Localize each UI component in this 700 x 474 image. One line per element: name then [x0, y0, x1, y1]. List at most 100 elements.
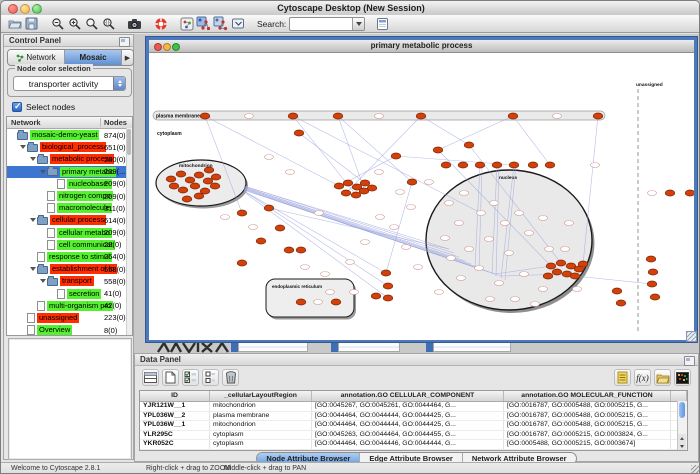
network-node-unexpressed[interactable]	[520, 272, 529, 277]
network-node[interactable]	[334, 183, 344, 189]
network-node[interactable]	[578, 261, 588, 267]
select-nodes-checkbox[interactable]	[12, 102, 22, 112]
plugin-manager-icon[interactable]	[374, 16, 391, 32]
network-node[interactable]	[359, 188, 369, 194]
window-resize-grip[interactable]	[691, 465, 700, 474]
table-row[interactable]: YLR295Ccytoplasm[GO:0045263, GO:0044464,…	[140, 431, 687, 441]
network-node-unexpressed[interactable]	[501, 221, 510, 226]
tree-row[interactable]: multi-organism pro42(0)	[7, 300, 132, 312]
network-node[interactable]	[650, 294, 660, 300]
network-node-unexpressed[interactable]	[486, 297, 495, 302]
delete-attribute-trash-icon[interactable]	[222, 369, 239, 386]
dropdown-stepper-icon[interactable]	[113, 77, 125, 90]
network-node[interactable]	[200, 113, 210, 119]
import-attributes-icon[interactable]	[654, 369, 671, 386]
network-node-unexpressed[interactable]	[445, 201, 454, 206]
network-node-unexpressed[interactable]	[346, 260, 355, 265]
open-network-icon[interactable]	[6, 16, 23, 32]
network-node[interactable]	[351, 192, 361, 198]
network-node[interactable]	[509, 162, 519, 168]
network-node[interactable]	[237, 260, 247, 266]
network-node[interactable]	[570, 273, 580, 279]
network-node-unexpressed[interactable]	[376, 215, 385, 220]
network-node[interactable]	[407, 179, 417, 185]
network-node[interactable]	[194, 172, 204, 178]
background-window-fragment[interactable]	[426, 342, 433, 352]
network-node-unexpressed[interactable]	[511, 297, 520, 302]
node-color-dropdown[interactable]: transporter activity	[13, 76, 126, 91]
network-node-unexpressed[interactable]	[221, 215, 230, 220]
tree-row[interactable]: secretion41(0)	[7, 287, 132, 299]
select-attributes-icon[interactable]	[142, 369, 159, 386]
network-node-unexpressed[interactable]	[249, 225, 258, 230]
network-node-unexpressed[interactable]	[460, 191, 469, 196]
network-node[interactable]	[646, 256, 656, 262]
network-node[interactable]	[194, 193, 204, 199]
network-node[interactable]	[294, 130, 304, 136]
network-node[interactable]	[275, 225, 285, 231]
network-node-unexpressed[interactable]	[407, 205, 416, 210]
tab-network[interactable]: Network	[8, 50, 65, 65]
tree-row[interactable]: metabolic process280(0)	[7, 153, 132, 165]
table-row[interactable]: YJR121W__1mitochondrion[GO:0045267, GO:0…	[140, 402, 687, 412]
network-node[interactable]	[552, 269, 562, 275]
birds-eye-view[interactable]	[8, 338, 132, 460]
network-node[interactable]	[178, 187, 188, 193]
network-node[interactable]	[176, 171, 186, 177]
tab-overflow-arrow[interactable]: ▶	[122, 50, 133, 65]
tree-row[interactable]: macromolecule311(0)	[7, 202, 132, 214]
network-node-unexpressed[interactable]	[435, 290, 444, 295]
network-node[interactable]	[464, 142, 474, 148]
network-node-unexpressed[interactable]	[286, 170, 295, 175]
tree-column-nodes[interactable]: Nodes	[100, 118, 127, 127]
zoom-in-icon[interactable]	[66, 16, 83, 32]
scroll-down-icon[interactable]	[678, 442, 686, 450]
vizmapper-edges-icon[interactable]	[212, 16, 229, 32]
zoom-fit-icon[interactable]	[100, 16, 117, 32]
network-node[interactable]	[237, 210, 247, 216]
network-node-unexpressed[interactable]	[414, 265, 423, 270]
network-node-unexpressed[interactable]	[591, 163, 600, 168]
table-row[interactable]: YKR052Ccytoplasm[GO:0044464, GO:0044446,…	[140, 440, 687, 450]
background-window-fragment[interactable]	[433, 342, 511, 352]
network-node[interactable]	[543, 273, 553, 279]
save-session-icon[interactable]	[23, 16, 40, 32]
expand-arrow-icon[interactable]	[40, 279, 46, 283]
network-node[interactable]	[296, 299, 306, 305]
network-node[interactable]	[210, 183, 220, 189]
network-canvas[interactable]: plasma membranecytoplasmmitochondrionnuc…	[149, 53, 694, 340]
network-node-unexpressed[interactable]	[455, 221, 464, 226]
network-node-unexpressed[interactable]	[545, 247, 554, 252]
create-attribute-icon[interactable]	[162, 369, 179, 386]
network-node-unexpressed[interactable]	[485, 237, 494, 242]
network-node[interactable]	[204, 167, 214, 173]
background-window-fragment[interactable]	[231, 342, 238, 352]
network-node-unexpressed[interactable]	[396, 190, 405, 195]
background-window-fragment[interactable]	[331, 342, 338, 352]
network-node-unexpressed[interactable]	[648, 191, 657, 196]
network-node[interactable]	[185, 177, 195, 183]
network-node-unexpressed[interactable]	[245, 114, 254, 119]
zoom-selected-icon[interactable]	[83, 16, 100, 32]
network-node[interactable]	[264, 205, 274, 211]
network-node[interactable]	[508, 113, 518, 119]
network-node[interactable]	[528, 162, 538, 168]
network-node-unexpressed[interactable]	[475, 266, 484, 271]
network-node[interactable]	[458, 162, 468, 168]
network-node[interactable]	[371, 293, 381, 299]
background-window-fragment[interactable]	[338, 342, 400, 352]
network-node-unexpressed[interactable]	[314, 300, 323, 305]
import-network-icon[interactable]	[178, 16, 195, 32]
network-node[interactable]	[545, 162, 555, 168]
network-node[interactable]	[685, 190, 694, 196]
tree-row[interactable]: response to stimul264(0)	[7, 251, 132, 263]
search-dropdown-arrow-icon[interactable]	[352, 18, 364, 30]
tree-row[interactable]: cell communicat22(0)	[7, 239, 132, 251]
tree-row[interactable]: establishment of lo558(0)	[7, 263, 132, 275]
expand-arrow-icon[interactable]	[30, 267, 36, 271]
network-node-unexpressed[interactable]	[315, 211, 324, 216]
expand-arrow-icon[interactable]	[20, 145, 26, 149]
network-node-unexpressed[interactable]	[553, 114, 562, 119]
tree-row[interactable]: Overview8(0)	[7, 324, 132, 336]
zoom-out-icon[interactable]	[49, 16, 66, 32]
